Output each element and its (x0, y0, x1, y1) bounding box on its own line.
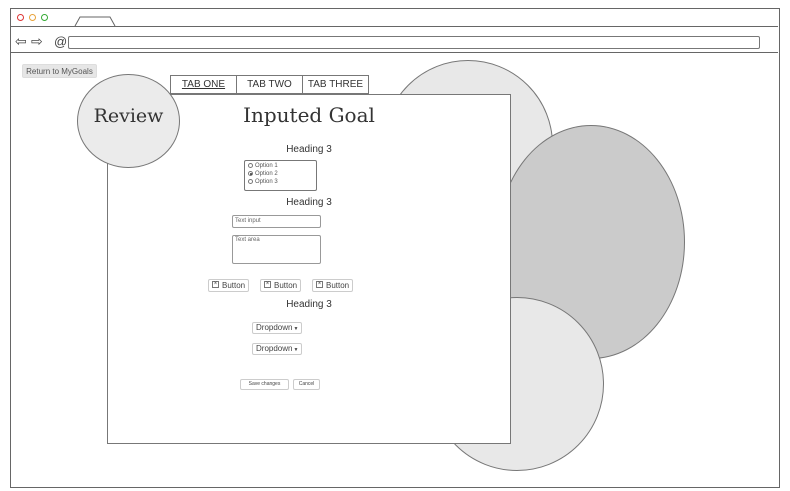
save-changes-button[interactable]: Save changes (240, 379, 289, 390)
radio-option-1[interactable]: Option 1 (248, 162, 278, 170)
tab-three[interactable]: TAB THREE (303, 76, 368, 93)
text-area[interactable]: Text area (232, 235, 321, 264)
section-heading-2: Heading 3 (286, 197, 332, 208)
radio-button-icon[interactable] (248, 162, 253, 168)
radio-button-icon[interactable] (248, 178, 253, 184)
reload-icon[interactable]: @ (54, 35, 67, 49)
button-3[interactable]: × Button (312, 279, 354, 292)
button-2[interactable]: × Button (260, 279, 302, 292)
button-1[interactable]: × Button (208, 279, 250, 292)
tab-bar: TAB ONE TAB TWO TAB THREE (170, 75, 369, 94)
chevron-down-icon: ▼ (293, 326, 299, 332)
chevron-down-icon: ▼ (293, 347, 299, 353)
radio-option-2[interactable]: Option 2 (248, 170, 278, 178)
cancel-button[interactable]: Cancel (293, 379, 320, 390)
page-title: Inputed Goal (243, 103, 375, 127)
text-input[interactable]: Text input (232, 215, 321, 228)
image-placeholder-icon: × (212, 281, 219, 289)
radio-button-selected-icon[interactable] (248, 170, 253, 176)
url-input[interactable] (68, 36, 760, 49)
image-placeholder-icon: × (264, 281, 271, 289)
image-placeholder-icon: × (316, 281, 323, 289)
dropdown-1[interactable]: Dropdown▼ (252, 322, 303, 334)
radio-option-3[interactable]: Option 3 (248, 178, 278, 186)
dropdown-2[interactable]: Dropdown▼ (252, 343, 303, 355)
close-window-icon[interactable] (17, 14, 24, 21)
back-arrow-icon[interactable]: ⇦ (15, 34, 27, 48)
tab-two[interactable]: TAB TWO (237, 76, 303, 93)
browser-tab[interactable] (74, 15, 118, 27)
browser-titlebar (10, 8, 778, 27)
section-heading-1: Heading 3 (286, 144, 332, 155)
maximize-window-icon[interactable] (41, 14, 48, 21)
forward-arrow-icon[interactable]: ⇨ (31, 34, 43, 48)
section-heading-3: Heading 3 (286, 299, 332, 310)
return-to-mygoals-button[interactable]: Return to MyGoals (22, 64, 97, 78)
minimize-window-icon[interactable] (29, 14, 36, 21)
tab-one[interactable]: TAB ONE (171, 76, 237, 93)
